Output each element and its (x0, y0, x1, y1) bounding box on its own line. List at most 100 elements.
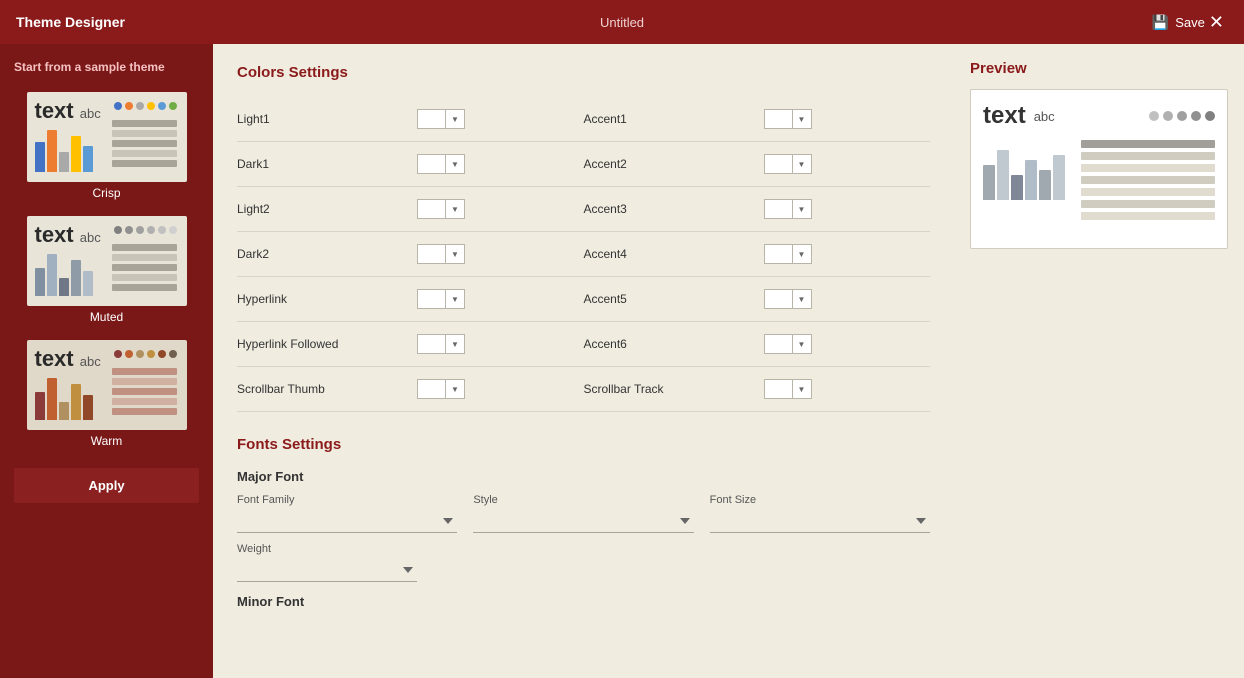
color-row-accent5: Accent5 ▼ (584, 277, 931, 322)
color-label-light1: Light1 (237, 112, 417, 126)
color-swatch-dark2[interactable] (417, 244, 445, 264)
save-button[interactable]: 💾 Save (1152, 14, 1205, 31)
color-label-accent1: Accent1 (584, 112, 764, 126)
color-swatch-accent3[interactable] (764, 199, 792, 219)
color-label-hyperlink: Hyperlink (237, 292, 417, 306)
color-dropdown-accent4[interactable]: ▼ (792, 244, 812, 264)
color-dropdown-light2[interactable]: ▼ (445, 199, 465, 219)
app-name: Theme Designer (16, 14, 1152, 30)
color-label-accent6: Accent6 (584, 337, 764, 351)
color-dropdown-accent6[interactable]: ▼ (792, 334, 812, 354)
save-label: Save (1175, 15, 1205, 30)
app-body: Start from a sample theme text abc (0, 44, 1244, 678)
preview-table-row-3 (1081, 176, 1215, 184)
color-dropdown-light1[interactable]: ▼ (445, 109, 465, 129)
minor-font-title: Minor Font (237, 594, 930, 609)
thumb-dots-warm (114, 350, 177, 358)
color-row-dark1: Dark1 ▼ (237, 142, 584, 187)
main-content: Colors Settings Light1 ▼ Dark1 (213, 44, 954, 678)
color-row-light1: Light1 ▼ (237, 97, 584, 142)
color-dropdown-accent3[interactable]: ▼ (792, 199, 812, 219)
apply-button[interactable]: Apply (14, 468, 199, 503)
color-swatch-dark1[interactable] (417, 154, 445, 174)
color-picker-dark1: ▼ (417, 154, 584, 174)
color-picker-scrollbar-thumb: ▼ (417, 379, 584, 399)
color-swatch-hyperlink-followed[interactable] (417, 334, 445, 354)
font-family-control: Font Family (237, 494, 457, 533)
color-swatch-light1[interactable] (417, 109, 445, 129)
colors-grid: Light1 ▼ Dark1 ▼ Light (237, 97, 930, 412)
color-picker-scrollbar-track: ▼ (764, 379, 931, 399)
color-picker-accent3: ▼ (764, 199, 931, 219)
thumb-text-muted: text abc (35, 222, 101, 248)
color-dropdown-accent1[interactable]: ▼ (792, 109, 812, 129)
theme-thumbnail-muted: text abc (27, 216, 187, 306)
theme-label-muted: Muted (90, 310, 123, 324)
theme-thumbnail-warm: text abc (27, 340, 187, 430)
color-row-accent4: Accent4 ▼ (584, 232, 931, 277)
weight-select[interactable] (237, 559, 417, 582)
thumb-text-crisp: text abc (35, 98, 101, 124)
color-label-accent5: Accent5 (584, 292, 764, 306)
color-picker-accent2: ▼ (764, 154, 931, 174)
color-swatch-scrollbar-track[interactable] (764, 379, 792, 399)
font-size-select[interactable] (710, 510, 930, 533)
fonts-section: Fonts Settings Major Font Font Family St… (237, 436, 930, 609)
color-swatch-accent4[interactable] (764, 244, 792, 264)
style-select[interactable] (473, 510, 693, 533)
thumb-table-warm (112, 368, 177, 420)
color-label-accent2: Accent2 (584, 157, 764, 171)
major-font-controls-row: Font Family Style Font Size (237, 494, 930, 533)
preview-text-row: text abc (983, 102, 1215, 130)
color-picker-hyperlink: ▼ (417, 289, 584, 309)
colors-right-col: Accent1 ▼ Accent2 ▼ Ac (584, 97, 931, 412)
color-swatch-accent1[interactable] (764, 109, 792, 129)
color-row-accent1: Accent1 ▼ (584, 97, 931, 142)
color-picker-accent5: ▼ (764, 289, 931, 309)
color-dropdown-accent2[interactable]: ▼ (792, 154, 812, 174)
colors-left-col: Light1 ▼ Dark1 ▼ Light (237, 97, 584, 412)
color-dropdown-scrollbar-thumb[interactable]: ▼ (445, 379, 465, 399)
color-label-dark1: Dark1 (237, 157, 417, 171)
thumb-dots-muted (114, 226, 177, 234)
color-label-accent3: Accent3 (584, 202, 764, 216)
theme-item-crisp[interactable]: text abc (0, 84, 213, 208)
color-row-light2: Light2 ▼ (237, 187, 584, 232)
color-swatch-hyperlink[interactable] (417, 289, 445, 309)
sidebar-heading: Start from a sample theme (0, 44, 213, 84)
color-swatch-accent6[interactable] (764, 334, 792, 354)
color-swatch-accent5[interactable] (764, 289, 792, 309)
preview-bars (983, 140, 1073, 200)
color-dropdown-dark1[interactable]: ▼ (445, 154, 465, 174)
color-swatch-scrollbar-thumb[interactable] (417, 379, 445, 399)
title-bar: Theme Designer 💾 Save Untitled ✕ (0, 0, 1244, 44)
color-dropdown-accent5[interactable]: ▼ (792, 289, 812, 309)
color-dropdown-hyperlink-followed[interactable]: ▼ (445, 334, 465, 354)
thumb-chart-crisp (35, 127, 93, 172)
preview-chart (983, 140, 1073, 224)
close-button[interactable]: ✕ (1205, 12, 1228, 33)
font-family-select[interactable] (237, 510, 457, 533)
thumb-dots-crisp (114, 102, 177, 110)
thumb-table-crisp (112, 120, 177, 172)
preview-table-row-4 (1081, 188, 1215, 196)
theme-item-muted[interactable]: text abc (0, 208, 213, 332)
preview-dots (1149, 111, 1215, 121)
theme-label-warm: Warm (91, 434, 123, 448)
major-font-title: Major Font (237, 469, 930, 484)
color-dropdown-scrollbar-track[interactable]: ▼ (792, 379, 812, 399)
color-picker-light1: ▼ (417, 109, 584, 129)
color-swatch-accent2[interactable] (764, 154, 792, 174)
preview-table-row-1 (1081, 152, 1215, 160)
color-dropdown-hyperlink[interactable]: ▼ (445, 289, 465, 309)
major-font-weight-row: Weight (237, 543, 930, 582)
color-swatch-light2[interactable] (417, 199, 445, 219)
thumb-chart-warm (35, 375, 93, 420)
preview-table-row-6 (1081, 212, 1215, 220)
sidebar: Start from a sample theme text abc (0, 44, 213, 678)
color-dropdown-dark2[interactable]: ▼ (445, 244, 465, 264)
color-row-hyperlink: Hyperlink ▼ (237, 277, 584, 322)
theme-item-warm[interactable]: text abc (0, 332, 213, 456)
weight-control: Weight (237, 543, 417, 582)
color-picker-light2: ▼ (417, 199, 584, 219)
